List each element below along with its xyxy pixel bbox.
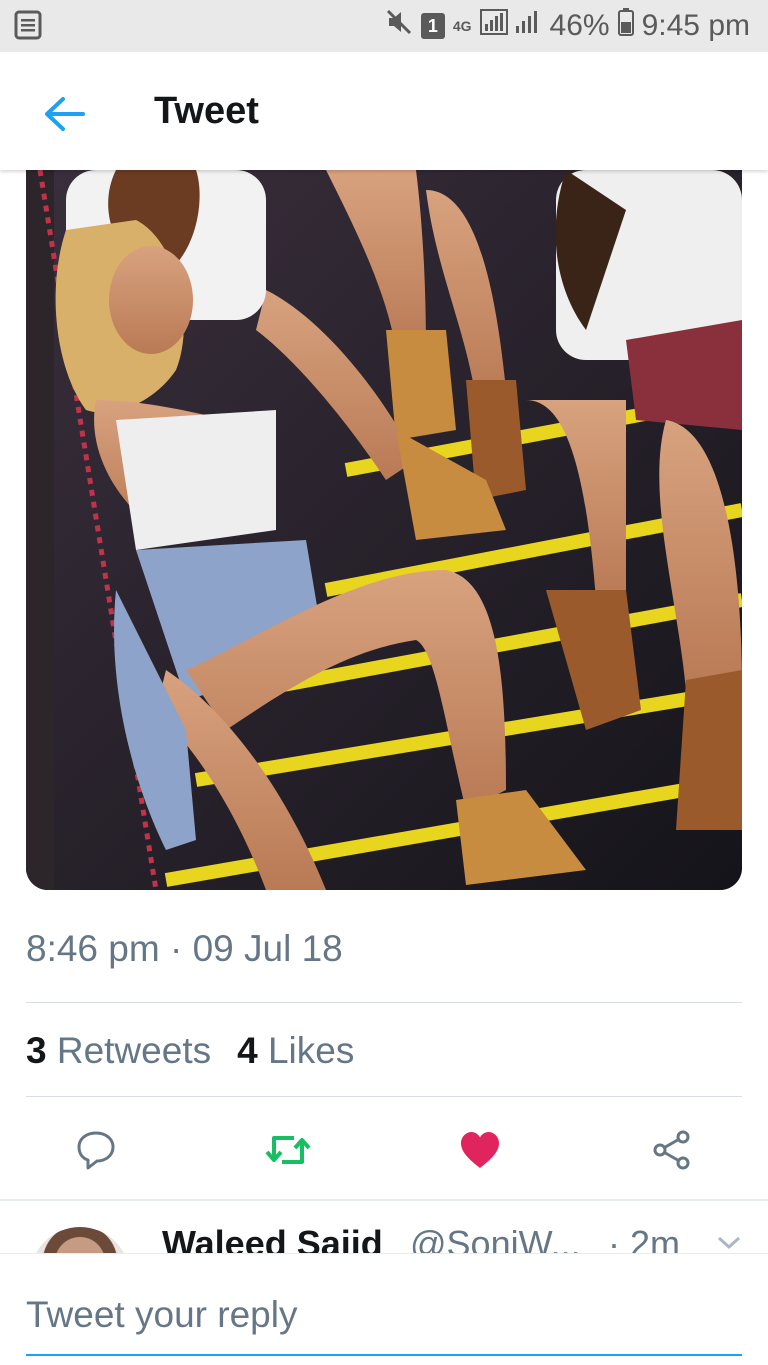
reply-input[interactable] <box>26 1276 742 1356</box>
app-header: Tweet <box>0 52 768 170</box>
signal-icon <box>479 8 542 44</box>
network-type: 4G <box>452 18 472 34</box>
battery-percent: 46% <box>549 9 610 42</box>
avatar[interactable] <box>30 1227 130 1253</box>
reply-time: · 2m <box>608 1223 680 1253</box>
divider <box>26 1096 742 1097</box>
reply-composer <box>0 1253 768 1365</box>
reply-icon <box>77 1131 115 1170</box>
reply-button[interactable] <box>66 1122 126 1178</box>
retweets-stat[interactable]: 3 Retweets <box>26 1030 211 1072</box>
like-button[interactable] <box>450 1122 510 1178</box>
tweet-stats: 3 Retweets 4 Likes <box>26 1030 354 1072</box>
back-button[interactable] <box>36 90 92 138</box>
retweet-icon <box>265 1136 311 1164</box>
chevron-down-icon[interactable] <box>716 1235 742 1253</box>
tweet-timestamp: 8:46 pm · 09 Jul 18 <box>26 928 343 969</box>
reply-tweet[interactable]: Waleed Sajid @SoniW... · 2m <box>0 1201 768 1253</box>
tweet-photo[interactable] <box>26 170 742 890</box>
clock: 9:45 pm <box>641 9 750 42</box>
share-icon <box>653 1130 690 1170</box>
tweet-actions <box>0 1110 768 1190</box>
reply-author-name[interactable]: Waleed Sajid <box>162 1223 383 1253</box>
likes-label: Likes <box>267 1030 355 1071</box>
mute-icon <box>385 8 413 44</box>
likes-stat[interactable]: 4 Likes <box>237 1030 354 1072</box>
sim-indicator: 1 <box>420 13 445 39</box>
retweets-label: Retweets <box>56 1030 212 1071</box>
battery-icon <box>617 8 634 44</box>
status-bar: 1 4G 46% 9:45 pm <box>0 0 768 52</box>
reply-author-handle: @SoniW... <box>410 1223 581 1253</box>
heart-icon <box>461 1132 499 1168</box>
back-arrow-icon <box>45 97 85 131</box>
page-title: Tweet <box>154 90 259 132</box>
likes-count: 4 <box>237 1030 258 1071</box>
retweets-count: 3 <box>26 1030 47 1071</box>
retweet-button[interactable] <box>258 1122 318 1178</box>
notification-icon <box>14 10 42 45</box>
share-button[interactable] <box>642 1122 702 1178</box>
divider <box>26 1002 742 1003</box>
